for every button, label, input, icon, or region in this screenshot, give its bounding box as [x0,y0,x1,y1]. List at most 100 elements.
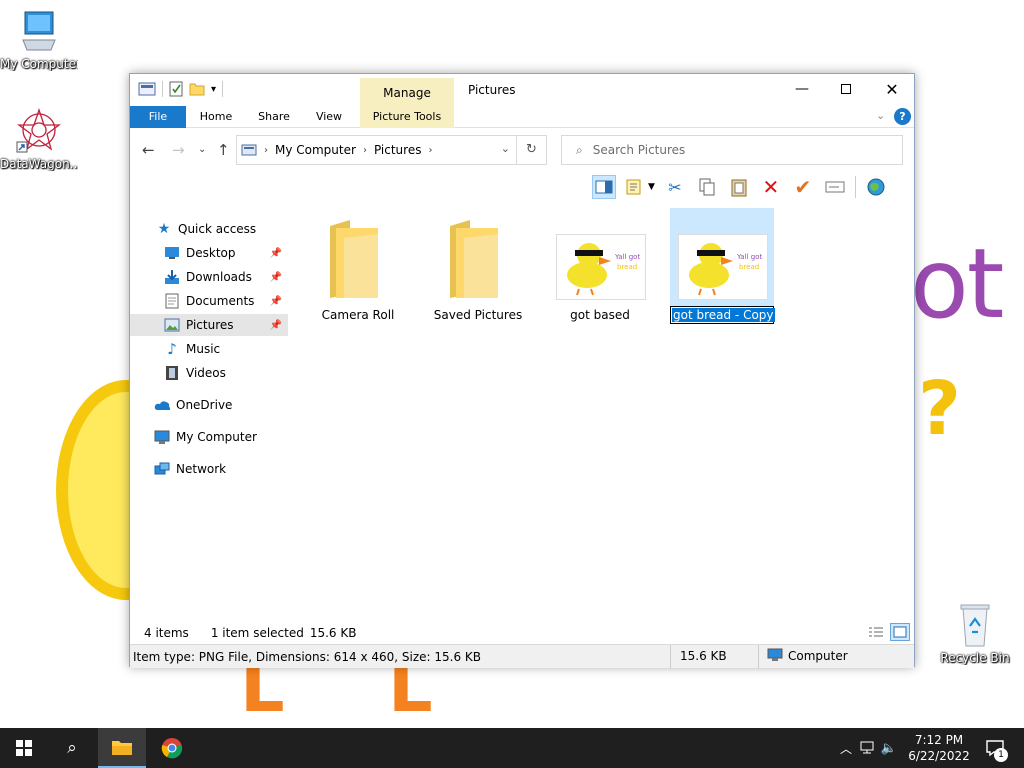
item-details: Item type: PNG File, Dimensions: 614 x 4… [133,649,482,664]
maximize-icon [841,84,851,94]
folder-item-saved-pictures[interactable]: Saved Pictures [426,208,530,324]
cut-icon[interactable]: ✂ [663,175,687,199]
details-view-button[interactable] [868,625,884,642]
system-tray: ︿ 🔈 [836,728,900,768]
nav-item-label: Quick access [178,222,257,236]
start-button[interactable] [0,728,48,768]
nav-item-my-computer[interactable]: My Computer [130,426,288,448]
new-folder-icon[interactable] [189,82,205,96]
folder-icon [450,220,498,298]
nav-item-videos[interactable]: Videos [130,362,288,384]
large-icons-view-button[interactable] [890,623,910,641]
item-count: 4 items [144,626,189,640]
delete-icon[interactable]: ✕ [759,175,783,199]
copy-icon[interactable] [695,175,719,199]
computer-icon [767,648,783,665]
tab-share[interactable]: Share [248,106,300,128]
rename-input[interactable]: got bread - Copy [670,306,775,324]
pin-icon[interactable]: 📌 [270,272,282,283]
image-item-got-based[interactable]: Yall got bread got based [548,208,652,324]
search-input[interactable]: Search Pictures [593,143,686,157]
window-title: Pictures [468,83,516,97]
taskbar-file-explorer[interactable] [98,728,146,768]
nav-item-label: Pictures [186,318,234,332]
desktop-icon-label: My Computer [0,57,78,71]
svg-text:bread: bread [617,263,637,271]
chevron-down-icon[interactable]: ▾ [211,84,216,95]
file-explorer-icon [112,741,132,755]
action-center-button[interactable]: 1 [980,728,1010,768]
search-button[interactable]: ⌕ [48,728,96,768]
image-thumbnail: Yall got bread [678,234,768,300]
file-list: Camera Roll Saved Pictures Yall got brea… [298,204,908,614]
rename-selected-text: got bread - Copy [672,308,775,322]
tab-manage[interactable]: Manage [360,78,454,106]
desktop-icon [164,245,180,261]
maximize-button[interactable] [823,74,869,104]
desktop-icon-datawagon[interactable]: DataWagon... [0,106,78,171]
address-bar[interactable]: › My Computer › Pictures › ⌄ ↻ [236,135,547,165]
nav-item-desktop[interactable]: Desktop 📌 [130,242,288,264]
pin-icon[interactable]: 📌 [270,320,282,331]
network-status-icon[interactable] [856,740,878,757]
nav-item-network[interactable]: Network [130,458,288,480]
nav-item-onedrive[interactable]: OneDrive [130,394,288,416]
tab-view[interactable]: View [306,106,352,128]
globe-icon[interactable] [864,175,888,199]
minimize-button[interactable]: — [779,74,825,104]
address-dropdown-icon[interactable]: ⌄ [501,142,510,155]
divider [162,81,163,97]
show-hidden-icons-icon[interactable]: ︿ [836,740,856,757]
help-icon[interactable]: ? [894,108,911,125]
forward-button[interactable]: → [172,141,185,159]
ribbon-expand-icon[interactable]: ⌄ [876,109,885,122]
clock[interactable]: 7:12 PM 6/22/2022 [904,732,974,764]
volume-icon[interactable]: 🔈 [878,741,900,756]
properties-icon[interactable] [169,81,183,97]
rename-icon[interactable] [823,175,847,199]
recent-locations-button[interactable]: ⌄ [198,144,206,155]
paste-icon[interactable] [727,175,751,199]
ribbon-tabs: File Home Share View Picture Tools ⌄ ? [130,106,914,128]
nav-item-documents[interactable]: Documents 📌 [130,290,288,312]
checkmark-icon[interactable]: ✔ [791,175,815,199]
divider [758,645,759,669]
selection-size: 15.6 KB [309,626,357,640]
taskbar-chrome[interactable] [148,728,196,768]
nav-item-downloads[interactable]: Downloads 📌 [130,266,288,288]
desktop-icon-label: DataWagon... [0,157,78,171]
recycle-bin-icon [960,604,990,647]
search-box[interactable]: ⌕ Search Pictures [561,135,903,165]
pin-icon[interactable]: 📌 [270,296,282,307]
tab-picture-tools[interactable]: Picture Tools [360,106,454,128]
nav-item-quick-access[interactable]: ★ Quick access [130,218,288,240]
up-button[interactable]: ↑ [217,141,230,159]
desktop-icon-recycle-bin[interactable]: Recycle Bin [936,602,1014,665]
breadcrumb-pictures[interactable]: Pictures [374,143,422,157]
nav-item-label: Downloads [186,270,252,284]
nav-item-pictures[interactable]: Pictures 📌 [130,314,288,336]
refresh-button[interactable]: ↻ [516,136,546,164]
breadcrumb-my-computer[interactable]: My Computer [275,143,356,157]
layout-menu-icon[interactable] [624,175,648,199]
back-button[interactable]: ← [142,141,155,159]
image-item-got-bread-copy[interactable]: Yall got bread got bread - Copy [670,208,775,324]
image-thumbnail: Yall got bread [556,234,646,300]
folder-item-camera-roll[interactable]: Camera Roll [306,208,410,324]
title-bar[interactable]: ▾ Manage Pictures — ✕ [130,74,914,106]
tab-file[interactable]: File [130,106,186,128]
chevron-right-icon: › [264,144,268,156]
window-icon [138,82,156,96]
nav-item-label: My Computer [176,430,257,444]
nav-item-label: Network [176,462,227,476]
pin-icon[interactable]: 📌 [270,248,282,259]
chevron-down-icon[interactable]: ▼ [648,182,655,192]
tab-home[interactable]: Home [190,106,242,128]
desktop-icon-my-computer[interactable]: My Computer [0,10,78,71]
chevron-right-icon: › [362,144,367,156]
details-size: 15.6 KB [680,649,727,663]
nav-item-music[interactable]: ♪ Music [130,338,288,360]
close-button[interactable]: ✕ [869,74,915,104]
preview-pane-icon[interactable] [592,175,616,199]
nav-item-label: Documents [186,294,255,308]
